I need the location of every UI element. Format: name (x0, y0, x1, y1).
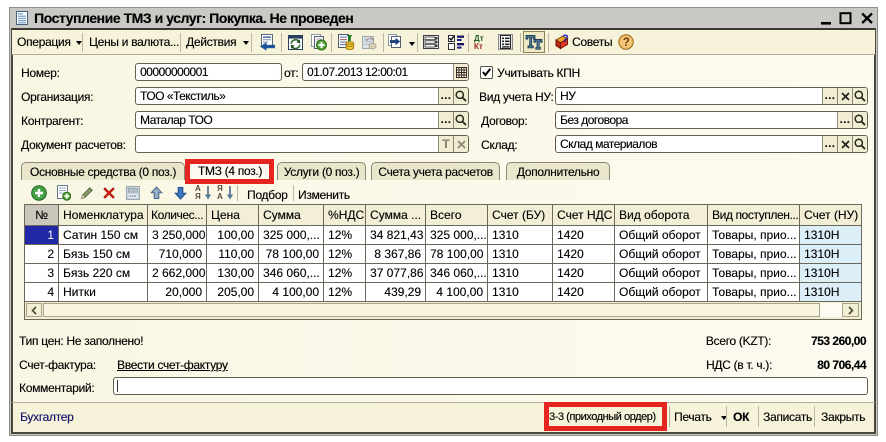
svg-text:?: ? (623, 37, 630, 49)
svg-text:?: ? (562, 33, 569, 45)
